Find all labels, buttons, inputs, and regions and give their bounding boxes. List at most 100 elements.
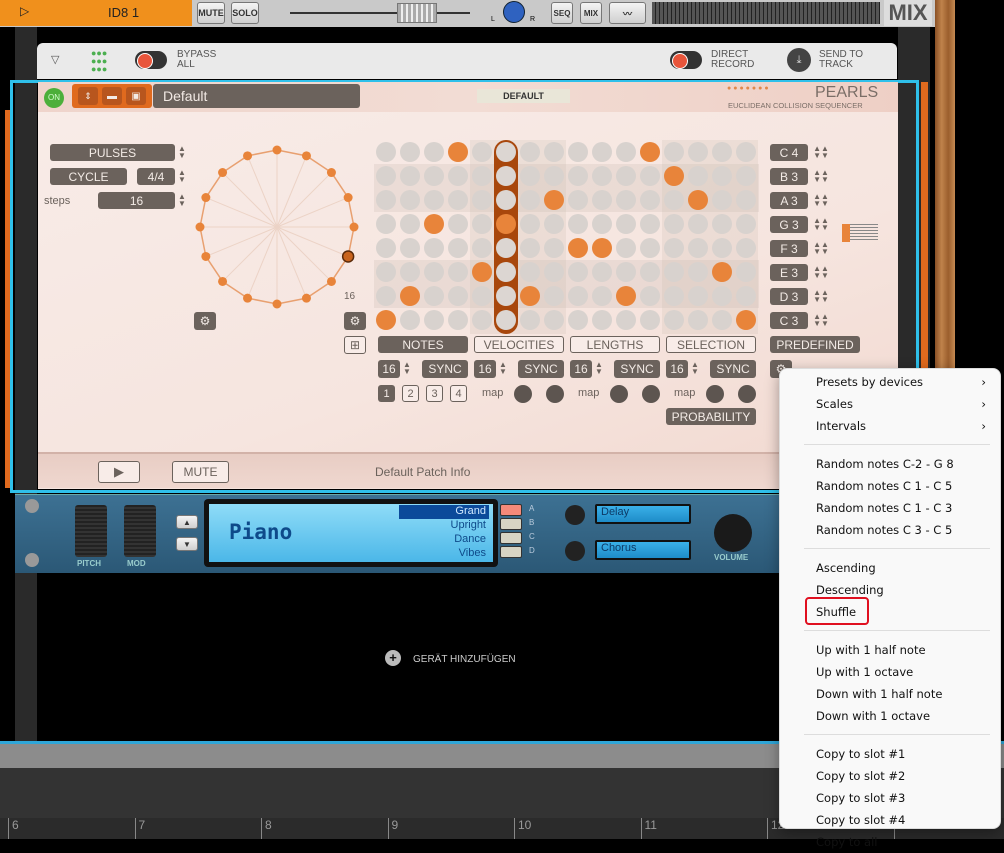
patch-name-field[interactable]: Default <box>153 84 360 108</box>
step-cell[interactable] <box>592 166 612 186</box>
length-value[interactable]: 16 <box>378 360 400 378</box>
slot-button[interactable] <box>500 518 522 530</box>
track-header[interactable]: ▷ ID8 1 <box>0 0 192 26</box>
slot-button[interactable] <box>500 546 522 558</box>
note-label[interactable]: B 3 <box>770 168 808 185</box>
probability-button[interactable]: PROBABILITY <box>666 408 756 425</box>
length-stepper[interactable]: ▲ ▼ <box>498 361 508 376</box>
track-solo-button[interactable]: SOLO <box>231 2 259 24</box>
step-cell[interactable] <box>640 214 660 234</box>
step-cell[interactable] <box>712 142 732 162</box>
step-grid[interactable] <box>374 140 759 334</box>
length-stepper[interactable]: ▲ ▼ <box>594 361 604 376</box>
step-cell[interactable] <box>472 166 492 186</box>
menu-item[interactable]: Down with 1 octave <box>816 705 990 727</box>
step-cell[interactable] <box>568 214 588 234</box>
map-knob-1[interactable] <box>706 385 724 403</box>
variant-item[interactable]: Dance <box>399 533 489 547</box>
variant-item[interactable]: Vibes <box>399 547 489 561</box>
mod-wheel[interactable] <box>124 505 156 557</box>
menu-item[interactable]: Up with 1 octave <box>816 661 990 683</box>
step-cell[interactable] <box>400 262 420 282</box>
track-mute-button[interactable]: MUTE <box>197 2 225 24</box>
pulses-button[interactable]: PULSES <box>50 144 175 161</box>
step-cell[interactable] <box>496 262 516 282</box>
cycle-button[interactable]: CYCLE <box>50 168 127 185</box>
step-cell[interactable] <box>736 262 756 282</box>
length-stepper[interactable]: ▲ ▼ <box>690 361 700 376</box>
step-cell[interactable] <box>520 166 540 186</box>
note-stepper[interactable]: ▲▲ ▼▼ <box>812 289 830 304</box>
step-cell[interactable] <box>472 214 492 234</box>
note-stepper[interactable]: ▲▲ ▼▼ <box>812 313 830 328</box>
step-cell[interactable] <box>544 262 564 282</box>
menu-item[interactable]: Intervals › <box>816 415 990 437</box>
step-cell-active[interactable] <box>688 190 708 210</box>
fx1-display[interactable]: Delay <box>595 504 691 524</box>
step-cell[interactable] <box>376 190 396 210</box>
step-cell[interactable] <box>376 286 396 306</box>
slot-button[interactable]: 3 <box>426 385 443 402</box>
folder-icon[interactable]: ▬ <box>102 87 122 105</box>
slot-button[interactable]: 4 <box>450 385 467 402</box>
step-cell[interactable] <box>520 190 540 210</box>
slot-button[interactable]: 1 <box>378 385 395 402</box>
step-cell-active[interactable] <box>400 286 420 306</box>
step-cell[interactable] <box>568 262 588 282</box>
bypass-all-toggle[interactable] <box>135 51 167 69</box>
step-cell[interactable] <box>496 238 516 258</box>
step-cell[interactable] <box>400 310 420 330</box>
steps-stepper[interactable]: ▲ ▼ <box>177 193 187 208</box>
step-cell[interactable] <box>400 142 420 162</box>
tab-selection[interactable]: SELECTION <box>666 336 756 353</box>
step-cell[interactable] <box>640 262 660 282</box>
step-cell[interactable] <box>424 262 444 282</box>
note-stepper[interactable]: ▲▲ ▼▼ <box>812 169 830 184</box>
step-cell[interactable] <box>424 286 444 306</box>
step-cell[interactable] <box>616 214 636 234</box>
note-label[interactable]: F 3 <box>770 240 808 257</box>
step-cell[interactable] <box>592 262 612 282</box>
collapse-triangle-icon[interactable]: ▽ <box>51 53 59 66</box>
step-cell[interactable] <box>520 262 540 282</box>
step-cell-active[interactable] <box>472 262 492 282</box>
step-cell-active[interactable] <box>616 286 636 306</box>
volume-knob[interactable] <box>714 514 752 552</box>
step-cell[interactable] <box>616 166 636 186</box>
step-cell[interactable] <box>544 310 564 330</box>
step-cell[interactable] <box>448 166 468 186</box>
menu-item[interactable]: Ascending <box>816 557 990 579</box>
menu-item[interactable]: Copy to slot #2 <box>816 765 990 787</box>
on-button[interactable]: ON <box>44 88 64 108</box>
note-label[interactable]: C 3 <box>770 312 808 329</box>
mix-button[interactable]: MIX <box>580 2 602 24</box>
map-knob-1[interactable] <box>610 385 628 403</box>
note-stepper[interactable]: ▲▲ ▼▼ <box>812 145 830 160</box>
length-value[interactable]: 16 <box>474 360 496 378</box>
menu-item[interactable]: Scales › <box>816 393 990 415</box>
step-cell[interactable] <box>664 310 684 330</box>
step-cell[interactable] <box>712 214 732 234</box>
circle-settings-gear-icon[interactable]: ⚙ <box>194 312 216 330</box>
sync-button[interactable]: SYNC <box>710 360 756 378</box>
step-cell[interactable] <box>640 190 660 210</box>
menu-item[interactable]: Presets by devices › <box>816 371 990 393</box>
step-cell[interactable] <box>448 286 468 306</box>
menu-item[interactable]: Copy to slot #3 <box>816 787 990 809</box>
map-knob-2[interactable] <box>642 385 660 403</box>
save-icon[interactable]: ▣ <box>126 87 146 105</box>
patch-up-button[interactable]: ▲ <box>176 515 198 529</box>
step-cell[interactable] <box>664 190 684 210</box>
step-cell[interactable] <box>448 310 468 330</box>
step-cell[interactable] <box>400 238 420 258</box>
step-cell-active[interactable] <box>568 238 588 258</box>
step-cell[interactable] <box>472 238 492 258</box>
step-cell[interactable] <box>664 238 684 258</box>
play-triangle-icon[interactable]: ▷ <box>20 4 29 18</box>
step-cell-active[interactable] <box>736 310 756 330</box>
slot-button[interactable] <box>500 504 522 516</box>
step-cell[interactable] <box>688 262 708 282</box>
patch-down-button[interactable]: ▼ <box>176 537 198 551</box>
pearls-mute-button[interactable]: MUTE <box>172 461 229 483</box>
step-cell[interactable] <box>616 238 636 258</box>
